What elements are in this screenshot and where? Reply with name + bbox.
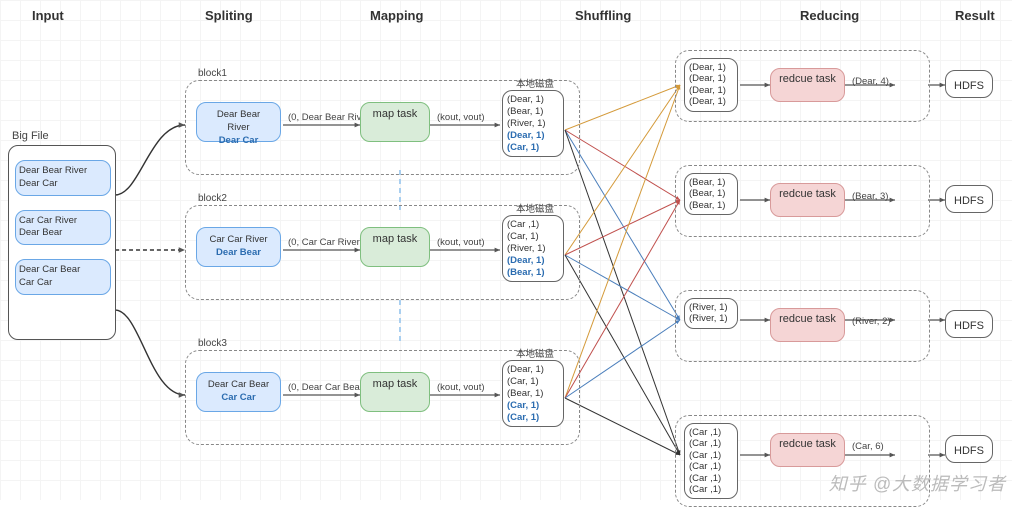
reducer-input: (River, 1)(River, 1) — [684, 298, 738, 329]
result-box: HDFS — [945, 185, 993, 213]
result-box: HDFS — [945, 310, 993, 338]
disk-row-extra: (Dear, 1) — [507, 130, 545, 141]
split-box: Dear Bear River Dear Car — [196, 102, 281, 142]
bigfile-line: Dear Car — [19, 178, 58, 189]
reducer-input: (Dear, 1)(Dear, 1)(Dear, 1)(Dear, 1) — [684, 58, 738, 112]
split-main: Dear Car Bear — [208, 379, 269, 390]
split-main: Car Car River — [209, 234, 267, 245]
reducer-in-row: (Dear, 1) — [689, 96, 726, 107]
reducer-in-row: (Car ,1) — [689, 473, 721, 484]
reducer-in-row: (Car ,1) — [689, 450, 721, 461]
result-box: HDFS — [945, 435, 993, 463]
reducer-in-row: (Bear, 1) — [689, 177, 725, 188]
disk-output: (Car ,1)(Car, 1)(River, 1) (Dear, 1)(Bea… — [502, 215, 564, 282]
bigfile-line: Dear Bear — [19, 227, 62, 238]
reducer-in-row: (Dear, 1) — [689, 85, 726, 96]
disk-row: (Car ,1) — [507, 219, 539, 230]
stage-shuffling: Shuffling — [575, 8, 631, 23]
disk-row-extra: (Car, 1) — [507, 142, 539, 153]
reduce-output-label: (Car, 6) — [852, 441, 884, 452]
bigfile-line: Dear Car Bear — [19, 264, 80, 275]
reduce-task-box: redcue task — [770, 183, 845, 217]
bigfile-line: Dear Bear River — [19, 165, 87, 176]
map-input-label: (0, Dear Car Bear) — [288, 382, 366, 393]
split-extra: Dear Car — [219, 135, 259, 146]
block-name: block1 — [198, 68, 227, 79]
map-task-box: map task — [360, 372, 430, 412]
split-main: Dear Bear River — [217, 109, 260, 133]
reduce-output-label: (Bear, 3) — [852, 191, 888, 202]
disk-row: (Car, 1) — [507, 231, 539, 242]
reducer-in-row: (Car ,1) — [689, 484, 721, 495]
bigfile-label: Big File — [12, 130, 49, 142]
disk-row-extra: (Car, 1) — [507, 400, 539, 411]
reducer-in-row: (Car ,1) — [689, 438, 721, 449]
bigfile-chunk-0: Dear Bear River Dear Car — [15, 160, 111, 196]
reducer-in-row: (Car ,1) — [689, 427, 721, 438]
stage-input: Input — [32, 8, 64, 23]
stage-spliting: Spliting — [205, 8, 253, 23]
split-box: Car Car River Dear Bear — [196, 227, 281, 267]
reducer-input: (Bear, 1)(Bear, 1)(Bear, 1) — [684, 173, 738, 215]
watermark: 知乎 @大数据学习者 — [829, 470, 1006, 496]
block-name: block3 — [198, 338, 227, 349]
reducer-in-row: (Bear, 1) — [689, 200, 725, 211]
reduce-output-label: (Dear, 4) — [852, 76, 889, 87]
reducer-in-row: (River, 1) — [689, 302, 728, 313]
bigfile-chunk-2: Dear Car Bear Car Car — [15, 259, 111, 295]
disk-label: 本地磁盘 — [516, 201, 554, 215]
reduce-task-box: redcue task — [770, 68, 845, 102]
reduce-task-box: redcue task — [770, 308, 845, 342]
disk-label: 本地磁盘 — [516, 346, 554, 360]
disk-row-extra: (Bear, 1) — [507, 267, 545, 278]
map-output-label: (kout, vout) — [437, 382, 485, 393]
split-extra: Car Car — [221, 392, 255, 403]
reducer-input: (Car ,1)(Car ,1)(Car ,1)(Car ,1)(Car ,1)… — [684, 423, 738, 499]
disk-output: (Dear, 1)(Car, 1)(Bear, 1) (Car, 1)(Car,… — [502, 360, 564, 427]
split-extra: Dear Bear — [216, 247, 261, 258]
map-output-label: (kout, vout) — [437, 237, 485, 248]
disk-label: 本地磁盘 — [516, 76, 554, 90]
disk-row: (Dear, 1) — [507, 364, 544, 375]
map-output-label: (kout, vout) — [437, 112, 485, 123]
map-task-box: map task — [360, 102, 430, 142]
map-input-label: (0, Car Car River) — [288, 237, 363, 248]
reducer-in-row: (River, 1) — [689, 313, 728, 324]
stage-mapping: Mapping — [370, 8, 423, 23]
bigfile-line: Car Car River — [19, 215, 77, 226]
reduce-task-box: redcue task — [770, 433, 845, 467]
split-box: Dear Car Bear Car Car — [196, 372, 281, 412]
map-task-box: map task — [360, 227, 430, 267]
reducer-in-row: (Dear, 1) — [689, 73, 726, 84]
reducer-in-row: (Dear, 1) — [689, 62, 726, 73]
disk-row: (Bear, 1) — [507, 388, 543, 399]
reduce-output-label: (River, 2) — [852, 316, 891, 327]
disk-row: (River, 1) — [507, 118, 546, 129]
disk-row: (Bear, 1) — [507, 106, 543, 117]
bigfile-line: Car Car — [19, 277, 52, 288]
bigfile-chunk-1: Car Car River Dear Bear — [15, 210, 111, 246]
stage-reducing: Reducing — [800, 8, 859, 23]
disk-row-extra: (Dear, 1) — [507, 255, 545, 266]
result-box: HDFS — [945, 70, 993, 98]
stage-result: Result — [955, 8, 995, 23]
disk-row: (River, 1) — [507, 243, 546, 254]
disk-row: (Dear, 1) — [507, 94, 544, 105]
disk-row: (Car, 1) — [507, 376, 539, 387]
reducer-in-row: (Bear, 1) — [689, 188, 725, 199]
disk-row-extra: (Car, 1) — [507, 412, 539, 423]
disk-output: (Dear, 1)(Bear, 1)(River, 1) (Dear, 1)(C… — [502, 90, 564, 157]
reducer-in-row: (Car ,1) — [689, 461, 721, 472]
bigfile-box: Dear Bear River Dear Car Car Car River D… — [8, 145, 116, 340]
block-name: block2 — [198, 193, 227, 204]
